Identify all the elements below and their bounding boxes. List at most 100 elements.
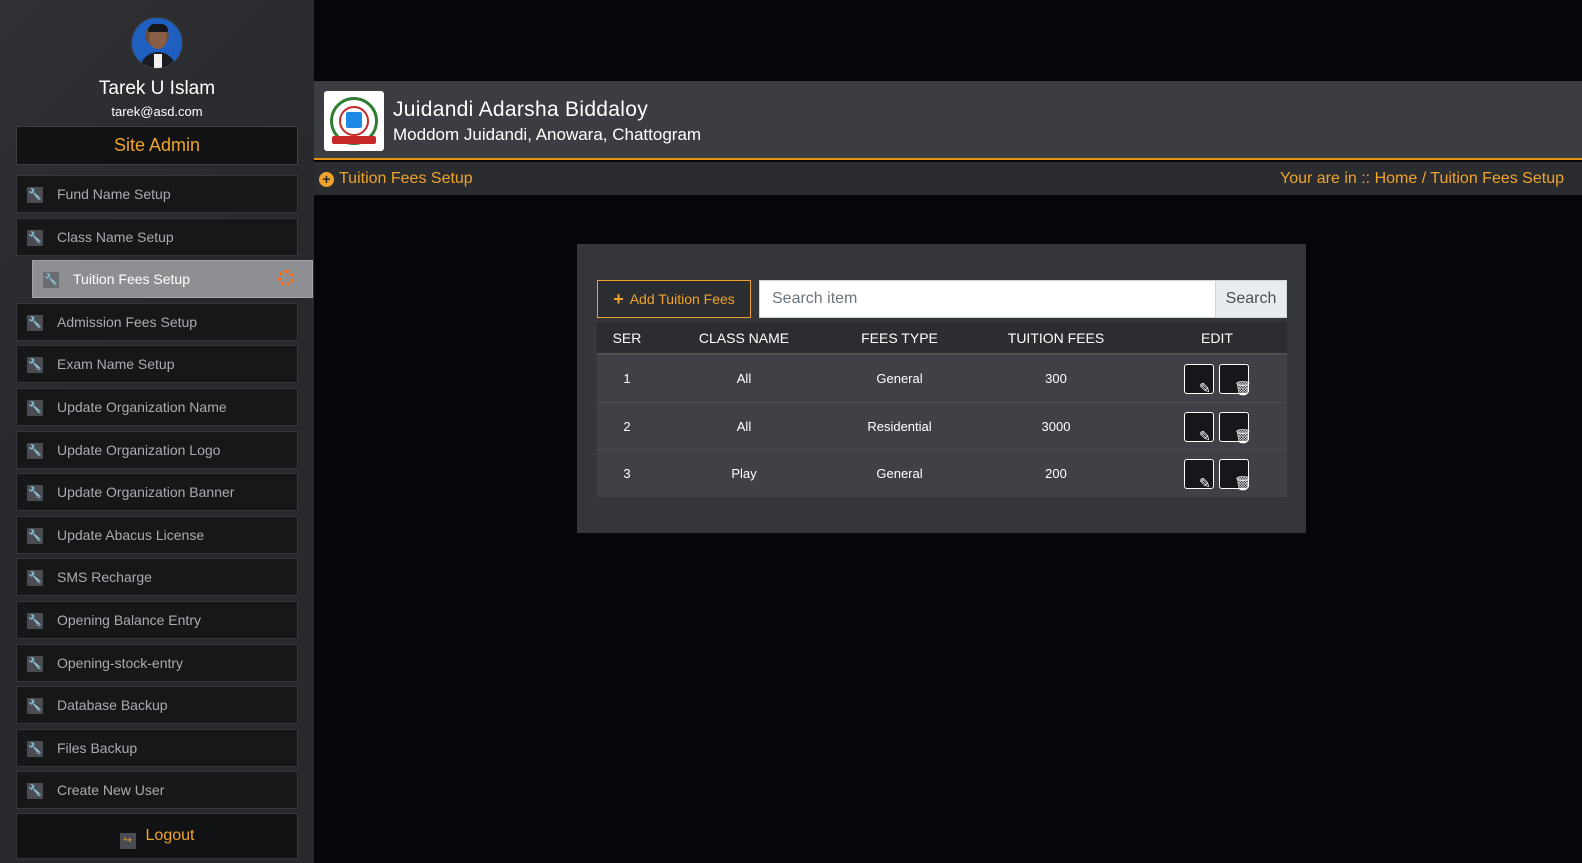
plus-circle-icon: + xyxy=(319,172,334,187)
sidebar-item-update-organization-name[interactable]: 🔧 Update Organization Name xyxy=(16,387,298,426)
profile-section: Tarek U Islam tarek@asd.com xyxy=(0,0,314,126)
wrench-icon: 🔧 xyxy=(27,570,43,587)
add-tuition-fees-button[interactable]: + Add Tuition Fees xyxy=(597,280,751,318)
sidebar-item-label: Opening Balance Entry xyxy=(57,611,201,628)
wrench-icon: 🔧 xyxy=(27,527,43,544)
sidebar-item-files-backup[interactable]: 🔧 Files Backup xyxy=(16,728,298,767)
delete-button[interactable]: 🗑 xyxy=(1219,459,1252,491)
org-name: Juidandi Adarsha Biddaloy xyxy=(393,98,649,121)
sidebar-item-label: Admission Fees Setup xyxy=(57,313,198,330)
org-address-text: Moddom Juidandi, Anowara, Chattogram xyxy=(393,125,702,144)
sidebar-item-update-organization-banner[interactable]: 🔧 Update Organization Banner xyxy=(16,473,298,512)
app-root: Tarek U Islam tarek@asd.com Site Admin 🔧… xyxy=(0,0,1582,863)
breadcrumb-bar: + Tuition Fees Setup Your are in :: Home … xyxy=(314,162,1582,195)
sidebar-item-label: Update Organization Banner xyxy=(57,484,235,501)
table-row: 2 All Residential 3000 ✎ 🗑 xyxy=(597,401,1287,449)
sidebar-item-update-organization-logo[interactable]: 🔧 Update Organization Logo xyxy=(16,430,298,469)
sidebar-item-label: Opening-stock-entry xyxy=(57,654,184,671)
wrench-icon: 🔧 xyxy=(27,314,43,331)
sidebar-item-update-abacus-license[interactable]: 🔧 Update Abacus License xyxy=(16,515,298,554)
cell-class-name: Play xyxy=(731,466,757,481)
wrench-icon: 🔧 xyxy=(27,442,43,459)
profile-email: tarek@asd.com xyxy=(111,104,203,119)
page-title: + Tuition Fees Setup xyxy=(319,170,473,188)
header-fees-type: FEES TYPE xyxy=(861,330,938,346)
role-label: Site Admin xyxy=(16,126,298,165)
spinner-icon xyxy=(278,270,294,287)
tuition-fees-table: SER CLASS NAME FEES TYPE TUITION FEES ED… xyxy=(597,322,1287,497)
cell-fees-type: Residential xyxy=(867,418,932,434)
table-row: 1 All General 300 ✎ 🗑 xyxy=(597,354,1287,402)
edit-button[interactable]: ✎ xyxy=(1184,364,1214,396)
cell-ser: 1 xyxy=(623,371,631,386)
plus-icon: + xyxy=(613,289,624,309)
sidebar-item-opening-balance-entry[interactable]: 🔧 Opening Balance Entry xyxy=(16,600,298,639)
sidebar-item-database-backup[interactable]: 🔧 Database Backup xyxy=(16,686,298,725)
wrench-icon: 🔧 xyxy=(27,612,43,629)
sidebar-item-create-new-user[interactable]: 🔧 Create New User xyxy=(16,771,298,810)
header-class-name: CLASS NAME xyxy=(698,330,790,346)
tuition-fees-panel: + Add Tuition Fees Search SER CLASS NAME … xyxy=(577,244,1306,533)
page-title-text: Tuition Fees Setup xyxy=(339,170,473,187)
cell-class-name: All xyxy=(736,418,752,434)
sidebar-item-label: Create New User xyxy=(57,782,165,799)
cell-tuition-fees: 300 xyxy=(1045,371,1067,386)
sidebar-item-label: Update Organization Name xyxy=(57,398,227,415)
avatar xyxy=(131,17,183,69)
sidebar-item-label: SMS Recharge xyxy=(57,569,152,586)
sidebar-item-label: Tuition Fees Setup xyxy=(73,271,190,288)
search-button[interactable]: Search xyxy=(1215,280,1287,318)
wrench-icon: 🔧 xyxy=(27,698,43,715)
sidebar-item-label: Class Name Setup xyxy=(57,228,174,245)
sidebar-item-exam-name-setup[interactable]: 🔧 Exam Name Setup xyxy=(16,345,298,384)
wrench-icon: 🔧 xyxy=(27,783,43,800)
table-header: SER CLASS NAME FEES TYPE TUITION FEES ED… xyxy=(597,322,1287,354)
wrench-icon: 🔧 xyxy=(43,272,59,289)
sidebar-item-admission-fees-setup[interactable]: 🔧 Admission Fees Setup xyxy=(16,302,298,341)
sidebar-item-label: Fund Name Setup xyxy=(57,186,171,202)
cell-ser: 3 xyxy=(623,466,631,481)
pencil-icon: ✎ xyxy=(1199,475,1211,491)
sidebar-item-sms-recharge[interactable]: 🔧 SMS Recharge xyxy=(16,558,298,597)
logout-button[interactable]: ↪ Logout xyxy=(16,813,298,859)
add-button-label: Add Tuition Fees xyxy=(629,291,735,307)
org-logo xyxy=(324,91,384,151)
cell-ser: 2 xyxy=(623,418,631,434)
table-row: 3 Play General 200 ✎ 🗑 xyxy=(597,449,1287,497)
sidebar-item-label: Update Organization Logo xyxy=(57,441,221,458)
sidebar-item-opening-stock-entry[interactable]: 🔧 Opening-stock-entry xyxy=(16,643,298,682)
cell-tuition-fees: 3000 xyxy=(1041,418,1071,434)
sidebar-item-label: Exam Name Setup xyxy=(57,356,175,373)
edit-button[interactable]: ✎ xyxy=(1184,411,1214,444)
search-input[interactable] xyxy=(759,280,1215,318)
wrench-icon: 🔧 xyxy=(27,399,43,416)
header-tuition-fees: TUITION FEES xyxy=(1007,330,1105,346)
sidebar-item-fund-name-setup[interactable]: 🔧 Fund Name Setup xyxy=(16,175,298,213)
sidebar-item-label: Database Backup xyxy=(57,697,168,714)
trash-icon: 🗑 xyxy=(1234,475,1252,491)
cell-tuition-fees: 200 xyxy=(1045,466,1067,481)
profile-name: Tarek U Islam xyxy=(98,78,216,99)
logout-label: Logout xyxy=(145,827,195,844)
breadcrumb: Your are in :: Home / Tuition Fees Setup xyxy=(1279,170,1564,187)
wrench-icon: 🔧 xyxy=(27,655,43,672)
edit-button[interactable]: ✎ xyxy=(1184,459,1214,491)
wrench-icon: 🔧 xyxy=(27,485,43,502)
header-edit: EDIT xyxy=(1201,330,1233,346)
delete-button[interactable]: 🗑 xyxy=(1219,364,1252,396)
sidebar-item-label: Files Backup xyxy=(57,739,138,756)
wrench-icon: 🔧 xyxy=(27,740,43,757)
sidebar-item-class-name-setup[interactable]: 🔧 Class Name Setup xyxy=(16,217,298,256)
org-header: Juidandi Adarsha Biddaloy Moddom Juidand… xyxy=(314,81,1582,160)
header-ser: SER xyxy=(612,330,642,346)
cell-fees-type: General xyxy=(876,371,923,386)
delete-button[interactable]: 🗑 xyxy=(1219,411,1252,444)
sidebar: Tarek U Islam tarek@asd.com Site Admin 🔧… xyxy=(0,0,314,863)
wrench-icon: 🔧 xyxy=(27,357,43,374)
cell-fees-type: General xyxy=(876,466,923,481)
wrench-icon: 🔧 xyxy=(27,229,43,246)
wrench-icon: 🔧 xyxy=(27,187,43,203)
sidebar-item-label: Update Abacus License xyxy=(57,526,205,543)
sidebar-item-tuition-fees-setup[interactable]: 🔧 Tuition Fees Setup xyxy=(32,260,313,299)
cell-class-name: All xyxy=(736,371,752,386)
